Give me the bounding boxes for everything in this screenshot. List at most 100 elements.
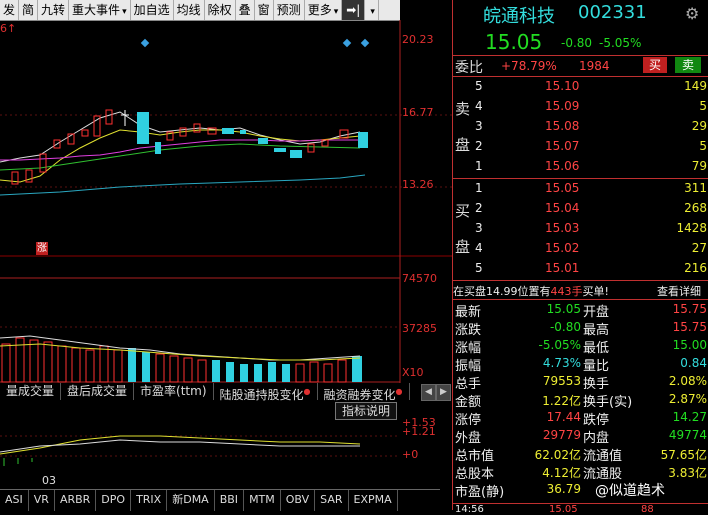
vol-tick-mid: 37285	[402, 322, 437, 335]
quote-panel: 皖通科技 002331 ⚙ 15.05 -0.80 -5.05% 委比 +78.…	[452, 0, 708, 515]
toolbar-dropdown[interactable]	[365, 0, 379, 20]
tab-obv[interactable]: OBV	[281, 490, 316, 511]
stock-name: 皖通科技	[483, 6, 555, 27]
buy-level-volume: 216	[684, 261, 707, 275]
sell-level-volume: 149	[684, 79, 707, 93]
stat-label-right: 开盘	[583, 305, 610, 320]
tab-new-dma[interactable]: 新DMA	[167, 490, 215, 511]
stat-value-right: 49774	[668, 428, 707, 442]
tab-mtm[interactable]: MTM	[244, 490, 281, 511]
tab-pe-ttm[interactable]: 市盈率(ttm)	[134, 383, 214, 400]
tab-northbound-holding[interactable]: 陆股通持股变化●	[214, 383, 318, 402]
buy-level-price: 15.01	[545, 261, 580, 275]
tab-expma[interactable]: EXPMA	[349, 490, 398, 511]
stat-label-right: 最低	[583, 341, 610, 356]
stat-label: 外盘	[455, 431, 482, 446]
toolbar-more[interactable]: 更多	[305, 0, 343, 20]
stat-value-right: 2.08%	[668, 374, 707, 388]
tab-margin-trading[interactable]: 融资融券变化●	[318, 383, 410, 402]
buy-level-volume: 268	[684, 201, 707, 215]
sell-level-row[interactable]: 5 15.10 149	[453, 77, 708, 96]
buy-button[interactable]: 买	[643, 57, 667, 73]
settings-gear-icon[interactable]: ⚙	[685, 4, 699, 23]
watermark: @似道趋术	[595, 483, 665, 499]
buy-level-row[interactable]: 5 15.01 216	[453, 259, 708, 278]
scroll-right-icon[interactable]: ▶	[436, 384, 451, 401]
indicator-tabs: 量成交量 盘后成交量 市盈率(ttm) 陆股通持股变化● 融资融券变化●	[0, 383, 420, 402]
buy-level-price: 15.04	[545, 201, 580, 215]
limit-up-badge[interactable]: 涨	[36, 242, 48, 255]
vol-tick-high: 74570	[402, 272, 437, 285]
chart-grid	[0, 20, 452, 383]
sell-level-price: 15.08	[545, 119, 580, 133]
sell-level-row[interactable]: 1 15.06 79	[453, 157, 708, 176]
stat-value: 29779	[542, 428, 581, 442]
ma-line-white	[0, 111, 361, 163]
buy-level-num: 4	[475, 241, 483, 255]
stat-value: -0.80	[549, 320, 581, 334]
tab-sar[interactable]: SAR	[315, 490, 349, 511]
sell-level-num: 3	[475, 119, 483, 133]
toolbar-fa[interactable]: 发	[0, 0, 20, 20]
stat-label: 涨跌	[455, 323, 482, 338]
divider	[453, 299, 708, 300]
tab-dpo[interactable]: DPO	[96, 490, 132, 511]
stat-label-right: 跌停	[583, 413, 610, 428]
toolbar-add-favorite[interactable]: 加自选	[131, 0, 174, 20]
buy-level-num: 2	[475, 201, 483, 215]
kline-chart[interactable]	[0, 20, 452, 383]
tab-after-hours-volume[interactable]: 盘后成交量	[61, 383, 135, 400]
sub-tick-2: +1.21	[402, 425, 436, 438]
stat-value-right: 15.75	[672, 302, 707, 316]
tab-vr[interactable]: VR	[29, 490, 55, 511]
sell-level-num: 4	[475, 99, 483, 113]
toolbar-window[interactable]: 窗	[255, 0, 274, 20]
buy-level-num: 1	[475, 181, 483, 195]
tab-asi[interactable]: ASI	[0, 490, 29, 511]
stat-label-right: 流通股	[583, 467, 623, 482]
stat-label: 最新	[455, 305, 482, 320]
weicha-value: 1984	[579, 59, 610, 73]
view-detail-link[interactable]: 查看详细	[657, 283, 701, 299]
indicator-bottom-tabs: ASI VR ARBR DPO TRIX 新DMA BBI MTM OBV SA…	[0, 489, 440, 511]
toolbar-overlay[interactable]: 叠	[236, 0, 255, 20]
toolbar-major-events[interactable]: 重大事件	[69, 0, 131, 20]
tab-volume[interactable]: 量成交量	[0, 383, 62, 400]
toolbar-jian[interactable]: 简	[19, 0, 39, 20]
buy-level-row[interactable]: 4 15.02 27	[453, 239, 708, 258]
toolbar-ex-rights[interactable]: 除权	[205, 0, 236, 20]
weibi-value: +78.79%	[501, 59, 557, 73]
sub-indicator-chart[interactable]	[0, 418, 400, 470]
sell-level-row[interactable]: 4 15.09 5	[453, 97, 708, 116]
buy-level-volume: 311	[684, 181, 707, 195]
price-tick-mid: 16.77	[402, 106, 434, 119]
stat-label: 市盈(静)	[455, 485, 505, 500]
buy-level-row[interactable]: 3 15.03 1428	[453, 219, 708, 238]
ma-line-yellow	[0, 129, 361, 183]
tab-bbi[interactable]: BBI	[215, 490, 245, 511]
toolbar-forecast[interactable]: 预测	[274, 0, 305, 20]
stat-value-right: 2.87%	[668, 392, 707, 406]
sell-level-row[interactable]: 3 15.08 29	[453, 117, 708, 136]
tab-arbr[interactable]: ARBR	[55, 490, 97, 511]
stat-value-right: 15.00	[672, 338, 707, 352]
sell-level-price: 15.07	[545, 139, 580, 153]
sell-level-row[interactable]: 2 15.07 5	[453, 137, 708, 156]
stat-label: 涨停	[455, 413, 482, 428]
scroll-left-icon[interactable]: ◀	[421, 384, 436, 401]
toolbar-jiuzhuan[interactable]: 九转	[38, 0, 70, 20]
stat-label: 总股本	[455, 467, 495, 482]
buy-level-num: 3	[475, 221, 483, 235]
buy-level-row[interactable]: 2 15.04 268	[453, 199, 708, 218]
event-markers[interactable]	[140, 38, 370, 48]
buy-level-price: 15.03	[545, 221, 580, 235]
buy-level-row[interactable]: 1 15.05 311	[453, 179, 708, 198]
tab-trix[interactable]: TRIX	[131, 490, 168, 511]
stat-value: 62.02亿	[534, 448, 581, 462]
stat-label: 总手	[455, 377, 482, 392]
buy-level-num: 5	[475, 261, 483, 275]
sell-button[interactable]: 卖	[675, 57, 701, 73]
toolbar-arrow-icon[interactable]: ➡|	[342, 0, 366, 20]
toolbar-moving-average[interactable]: 均线	[174, 0, 205, 20]
stat-label-right: 量比	[583, 359, 610, 374]
